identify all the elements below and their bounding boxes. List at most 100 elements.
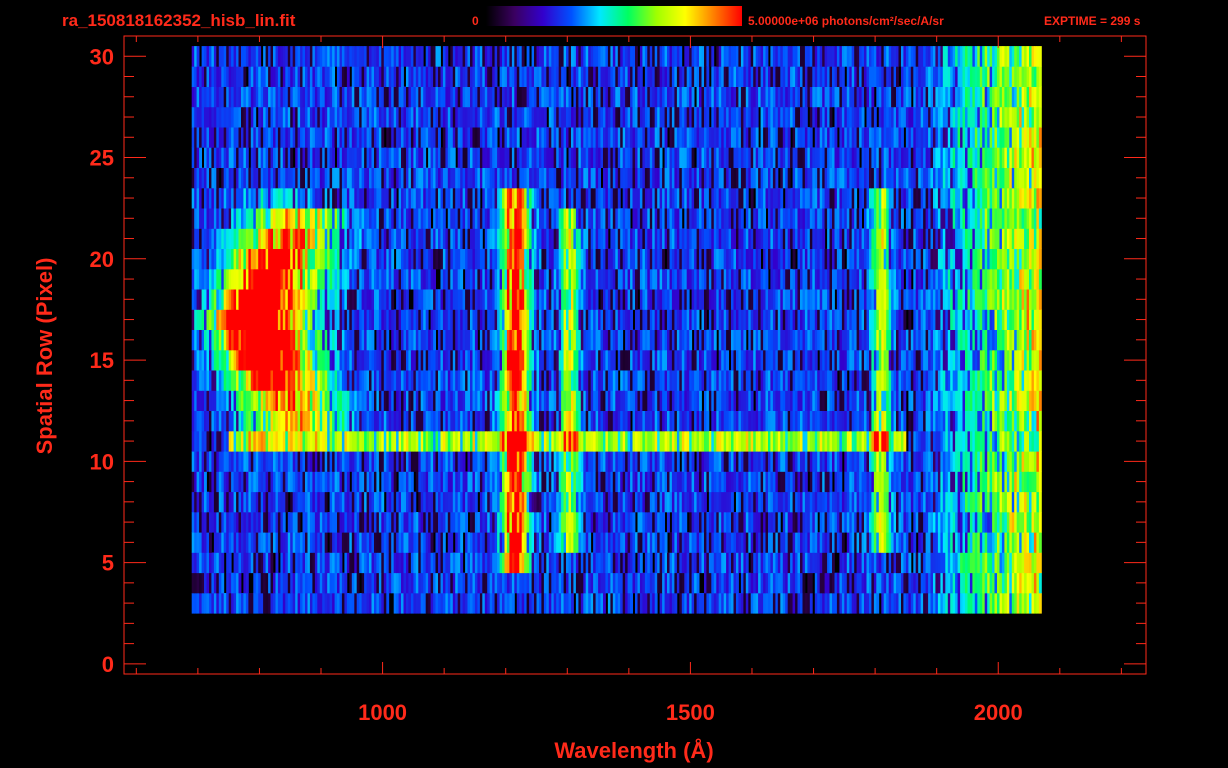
heatmap-cell	[733, 593, 737, 614]
heatmap-cell	[667, 410, 670, 432]
heatmap-cell	[612, 370, 616, 391]
heatmap-cell	[332, 390, 335, 411]
heatmap-cell	[497, 471, 500, 493]
heatmap-cell	[566, 390, 569, 411]
heatmap-cell	[344, 572, 348, 594]
heatmap-cell	[435, 390, 439, 411]
heatmap-cell	[529, 390, 532, 411]
heatmap-cell	[738, 532, 742, 553]
heatmap-cell	[950, 431, 954, 452]
heatmap-cell	[1014, 572, 1018, 594]
heatmap-cell	[258, 349, 262, 371]
heatmap-cell	[844, 431, 848, 452]
heatmap-cell	[957, 471, 961, 493]
heatmap-cell	[886, 532, 890, 553]
heatmap-cell	[305, 390, 308, 411]
heatmap-cell	[516, 572, 520, 594]
heatmap-cell	[482, 390, 486, 411]
heatmap-cell	[1038, 431, 1042, 452]
heatmap-cell	[361, 349, 365, 371]
heatmap-cell	[337, 491, 340, 513]
heatmap-cell	[332, 572, 335, 594]
heatmap-cell	[258, 532, 262, 553]
heatmap-cell	[253, 471, 257, 493]
heatmap-cell	[984, 329, 988, 351]
heatmap-cell	[982, 532, 986, 553]
heatmap-cell	[731, 593, 734, 614]
heatmap-cell	[290, 552, 294, 574]
heatmap-cell	[447, 349, 451, 371]
heatmap-cell	[711, 370, 715, 391]
heatmap-cell	[950, 512, 954, 533]
heatmap-cell	[997, 471, 1000, 493]
heatmap-cell	[1036, 512, 1040, 533]
heatmap-cell	[711, 431, 715, 452]
heatmap-cell	[625, 572, 628, 594]
heatmap-cell	[679, 572, 683, 594]
heatmap-cell	[216, 471, 220, 493]
heatmap-cell	[694, 370, 697, 391]
heatmap-cell	[339, 552, 343, 574]
heatmap-cell	[231, 471, 234, 493]
heatmap-cell	[758, 431, 761, 452]
heatmap-cell	[945, 512, 949, 533]
heatmap-cell	[199, 431, 202, 452]
heatmap-cell	[989, 451, 993, 472]
heatmap-cell	[945, 532, 949, 553]
heatmap-cell	[681, 451, 685, 472]
heatmap-cell	[878, 349, 882, 371]
heatmap-cell	[497, 390, 500, 411]
heatmap-cell	[371, 451, 375, 472]
heatmap-cell	[553, 390, 557, 411]
heatmap-cell	[809, 329, 813, 351]
heatmap-cell	[883, 329, 887, 351]
heatmap-cell	[361, 593, 365, 614]
heatmap-cell	[556, 390, 560, 411]
heatmap-cell	[667, 329, 670, 351]
heatmap-cell	[361, 532, 365, 553]
heatmap-cell	[285, 572, 289, 594]
heatmap-cell	[997, 431, 1000, 452]
heatmap-cell	[482, 512, 486, 533]
heatmap-cell	[341, 471, 345, 493]
heatmap-cell	[770, 451, 774, 472]
heatmap-cell	[864, 390, 867, 411]
heatmap-cell	[383, 431, 387, 452]
heatmap-cell	[740, 572, 744, 594]
heatmap-cell	[812, 471, 816, 493]
heatmap-cell	[391, 451, 395, 472]
heatmap-cell	[989, 491, 993, 513]
heatmap-cell	[615, 552, 619, 574]
heatmap-cell	[462, 572, 466, 594]
heatmap-cell	[652, 491, 656, 513]
heatmap-cell	[408, 451, 412, 472]
heatmap-cell	[322, 410, 326, 432]
heatmap-cell	[253, 329, 257, 351]
heatmap-cell	[706, 512, 710, 533]
heatmap-cell	[462, 512, 466, 533]
heatmap-cell	[566, 491, 569, 513]
heatmap-cell	[364, 572, 367, 594]
heatmap-cell	[467, 410, 471, 432]
heatmap-cell	[450, 552, 454, 574]
heatmap-cell	[750, 552, 754, 574]
heatmap-cell	[324, 431, 328, 452]
heatmap-cell	[561, 451, 564, 472]
heatmap-cell	[642, 593, 646, 614]
heatmap-cell	[844, 451, 848, 472]
heatmap-cell	[785, 329, 789, 351]
heatmap-cell	[804, 309, 808, 330]
heatmap-cell	[329, 451, 333, 472]
heatmap-cell	[482, 329, 486, 351]
heatmap-cell	[765, 491, 769, 513]
heatmap-cell	[905, 349, 909, 371]
heatmap-cell	[750, 593, 754, 614]
heatmap-cell	[694, 309, 697, 330]
heatmap-cell	[265, 552, 269, 574]
heatmap-cell	[302, 349, 306, 371]
heatmap-cell	[191, 512, 195, 533]
heatmap-cell	[600, 390, 604, 411]
heatmap-cell	[620, 512, 624, 533]
heatmap-cell	[497, 309, 500, 330]
heatmap-cell	[777, 491, 781, 513]
